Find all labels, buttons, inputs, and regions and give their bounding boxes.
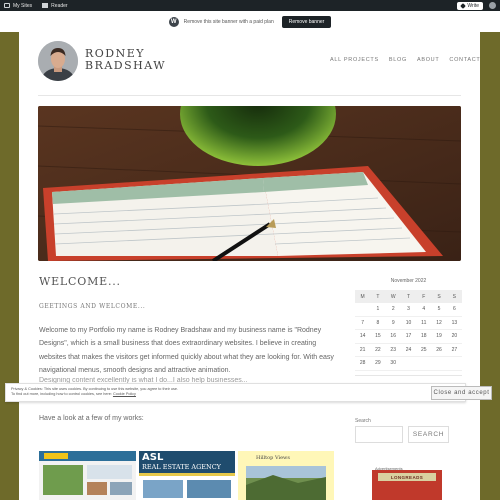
main-navigation: ALL PROJECTS BLOG ABOUT CONTACT: [330, 57, 480, 63]
reader-label: Reader: [51, 2, 68, 9]
calendar-day: 24: [405, 346, 412, 353]
calendar-week-row: 28 29 30: [355, 357, 462, 371]
calendar-day: 8: [376, 319, 380, 326]
thumb-1-image: [39, 451, 136, 500]
calendar-day: 11: [421, 319, 427, 326]
profile-photo[interactable]: [38, 41, 78, 81]
nav-about[interactable]: ABOUT: [417, 57, 439, 63]
calendar-week-row: 21 22 23 24 25 26 27: [355, 344, 462, 357]
write-button[interactable]: Write: [457, 1, 483, 10]
portfolio-thumb-3[interactable]: Hilltop Views: [238, 451, 334, 500]
reader-icon: [42, 3, 49, 8]
calendar-day: 21: [359, 346, 366, 353]
pen-icon: [460, 2, 467, 9]
calendar-day: 9: [391, 319, 395, 326]
calendar-day-name: W: [390, 293, 396, 300]
calendar-week-row: 7 8 9 10 11 12 13: [355, 317, 462, 330]
search-button[interactable]: SEARCH: [408, 426, 449, 443]
calendar-day: 30: [390, 360, 396, 367]
calendar-day: 27: [451, 346, 458, 353]
intro-paragraph: Welcome to my Portfolio my name is Rodne…: [39, 327, 334, 374]
calendar-day: 6: [452, 306, 456, 313]
calendar-day: 13: [451, 319, 458, 326]
thumb-2-title: ASL: [142, 452, 164, 463]
calendar-day-name: F: [422, 293, 426, 300]
calendar-week-row: 14 15 16 17 18 19 20: [355, 330, 462, 344]
calendar-day-name: S: [437, 293, 441, 300]
calendar-day: 16: [390, 333, 396, 340]
calendar-day: 10: [405, 319, 412, 326]
thumb-3-title: Hilltop Views: [256, 455, 290, 461]
calendar-day: 1: [376, 306, 380, 313]
cookie-text-line-2-label: To find out more, including how to contr…: [11, 392, 113, 396]
calendar-day: 29: [375, 360, 381, 367]
calendar-day: 12: [436, 319, 442, 326]
calendar-divider: [355, 374, 462, 376]
portfolio-thumb-1[interactable]: [39, 451, 136, 500]
calendar-day: 20: [451, 333, 458, 340]
header-divider: [38, 95, 461, 96]
nav-blog[interactable]: BLOG: [389, 57, 407, 63]
search-label: Search: [355, 418, 371, 424]
calendar-day: 2: [391, 306, 395, 313]
calendar-day: 19: [436, 333, 442, 340]
calendar-day-name: T: [406, 293, 411, 300]
nav-contact[interactable]: CONTACT: [449, 57, 480, 63]
calendar-day-name: T: [376, 293, 380, 300]
site-banner: W Remove this site banner with a paid pl…: [0, 11, 500, 32]
write-label: Write: [467, 2, 479, 9]
calendar-day: 23: [390, 346, 396, 353]
cookie-policy-link[interactable]: Cookie Policy: [113, 392, 136, 396]
calendar-day: 28: [359, 360, 366, 367]
hero-notebook-illustration: [38, 106, 461, 261]
wordpress-icon: W: [168, 16, 179, 27]
calendar-day: 14: [359, 333, 366, 340]
calendar-day: 26: [436, 346, 442, 353]
profile-photo-image: [38, 41, 78, 81]
cookie-text-line-2: To find out more, including how to contr…: [11, 392, 460, 397]
longreads-logo: LONGREADS: [378, 473, 436, 481]
portfolio-thumb-2[interactable]: ASL REAL ESTATE AGENCY: [139, 451, 235, 500]
calendar-header-row: M T W T F S S: [355, 290, 462, 303]
close-and-accept-button[interactable]: Close and accept: [431, 386, 492, 400]
sites-icon: [4, 3, 10, 8]
thumb-2-subtitle: REAL ESTATE AGENCY: [142, 463, 221, 471]
search-input[interactable]: [355, 426, 403, 443]
nav-all-projects[interactable]: ALL PROJECTS: [330, 57, 379, 63]
calendar-day: 3: [407, 306, 410, 313]
page-title: WELCOME...: [39, 275, 121, 288]
calendar-day-name: M: [360, 293, 365, 300]
works-heading: Have a look at a few of my works:: [39, 415, 144, 422]
calendar-day: 22: [375, 346, 381, 353]
calendar-day: 5: [437, 306, 441, 313]
page-subtitle: GEETINGS AND WELCOME...: [39, 303, 146, 310]
site-title[interactable]: RODNEY BRADSHAW: [85, 48, 175, 72]
calendar-widget: November 2022 M T W T F S S 1 2 3 4 5 6 …: [355, 278, 462, 376]
calendar-day: 18: [421, 333, 427, 340]
cookie-notice: Privacy & Cookies: This site uses cookie…: [5, 383, 466, 402]
calendar-day: 25: [421, 346, 427, 353]
my-sites-link[interactable]: My Sites: [4, 3, 32, 9]
calendar-day-name: S: [452, 293, 457, 300]
calendar-day: 15: [375, 333, 381, 340]
remove-banner-button[interactable]: Remove banner: [281, 15, 332, 28]
hero-image: [38, 106, 461, 261]
calendar-day: 4: [422, 306, 426, 313]
reader-link[interactable]: Reader: [42, 2, 68, 9]
calendar-day: 17: [405, 333, 412, 340]
calendar-week-row: 1 2 3 4 5 6: [355, 303, 462, 317]
my-sites-label: My Sites: [13, 2, 33, 9]
banner-text: Remove this site banner with a paid plan: [183, 18, 274, 25]
admin-bar: My Sites Reader Write: [0, 0, 500, 11]
calendar-day: 7: [361, 319, 365, 326]
user-avatar[interactable]: [489, 2, 496, 9]
calendar-caption: November 2022: [390, 278, 427, 284]
longreads-ad[interactable]: LONGREADS: [372, 470, 442, 500]
